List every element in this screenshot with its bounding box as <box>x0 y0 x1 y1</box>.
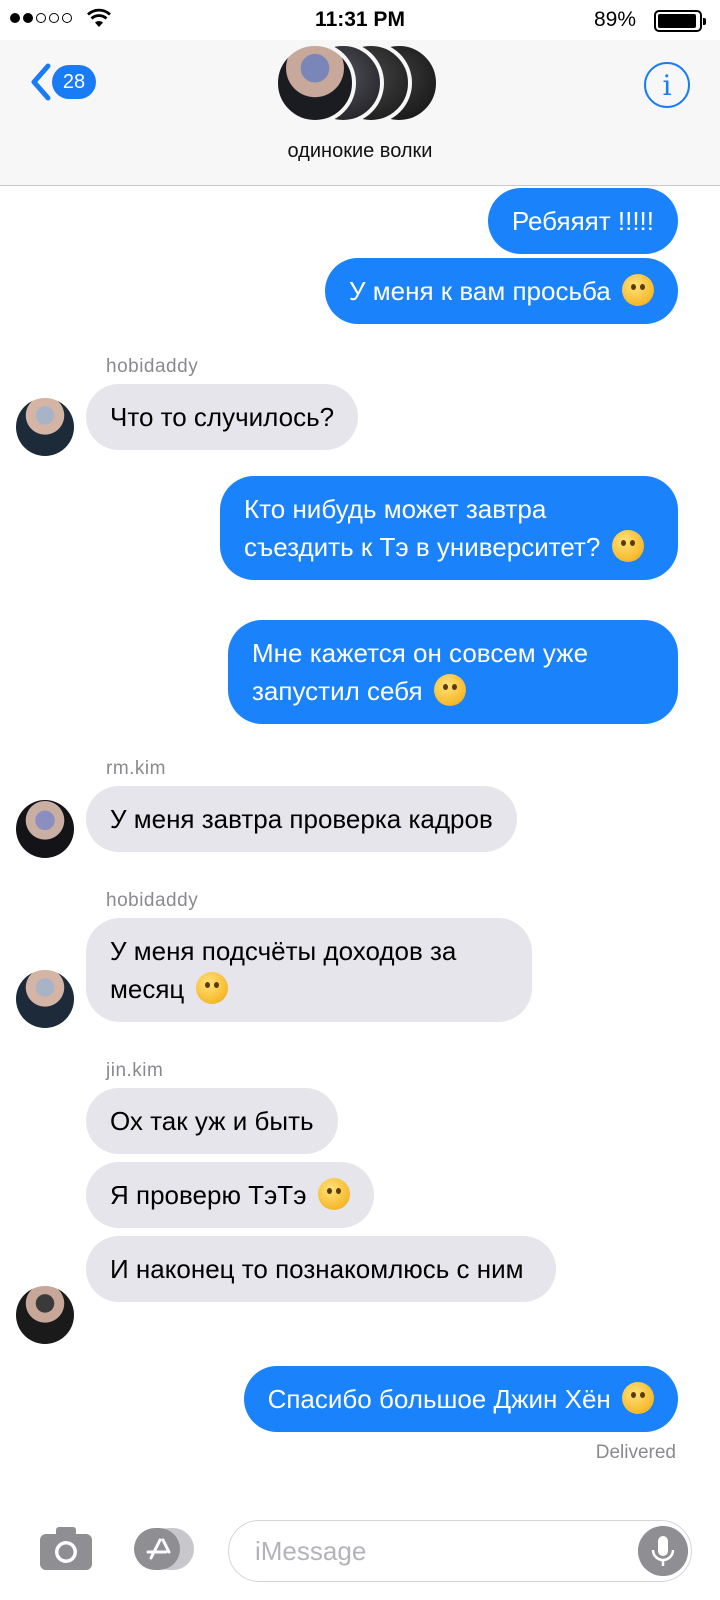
back-button[interactable]: 28 <box>26 60 96 104</box>
sender-name: hobidaddy <box>106 356 199 377</box>
group-member-avatar <box>274 42 356 124</box>
chevron-left-icon <box>31 63 51 101</box>
message-bubble-outgoing[interactable]: Мне кажется он совсем уже запустил себя <box>228 620 678 724</box>
group-name[interactable]: одинокие волки <box>0 140 720 163</box>
avatar-jin-kim[interactable] <box>16 1286 74 1344</box>
info-icon: i <box>662 68 672 102</box>
message-bubble-outgoing[interactable]: Спасибо большое Джин Хён <box>243 1366 678 1432</box>
info-button[interactable]: i <box>644 62 690 108</box>
message-text: Кто нибудь может завтра съездить к Тэ в … <box>244 494 601 562</box>
message-bubble-incoming[interactable]: У меня подсчёты доходов за месяц <box>86 918 532 1022</box>
winking-tongue-emoji-icon <box>317 1178 350 1210</box>
status-bar: 11:31 PM 89% <box>0 0 720 40</box>
conversation-header: 28 одинокие волки i <box>0 40 720 186</box>
message-text: Мне кажется он совсем уже запустил себя <box>252 638 589 706</box>
message-text: У меня завтра проверка кадров <box>110 804 493 834</box>
unread-count-badge: 28 <box>52 65 96 99</box>
message-text: У меня к вам просьба <box>349 276 611 306</box>
message-text: Ох так уж и быть <box>110 1106 314 1136</box>
message-bubble-incoming[interactable]: Ох так уж и быть <box>86 1088 338 1154</box>
message-text: И наконец то познакомлюсь с ним <box>110 1254 524 1284</box>
compose-bar: iMessage <box>0 1500 720 1600</box>
message-bubble-incoming[interactable]: Что то случилось? <box>86 384 359 450</box>
sender-name: hobidaddy <box>106 890 199 911</box>
grimacing-emoji-icon <box>611 530 644 562</box>
sender-name: jin.kim <box>106 1060 164 1081</box>
avatar-rm-kim[interactable] <box>16 800 74 858</box>
battery-percent: 89% <box>593 8 636 31</box>
message-text: Я проверю ТэТэ <box>110 1180 307 1210</box>
sender-name: rm.kim <box>106 758 166 779</box>
message-text: У меня подсчёты доходов за месяц <box>110 936 457 1004</box>
message-text: Что то случилось? <box>110 402 335 432</box>
message-bubble-incoming[interactable]: Я проверю ТэТэ <box>86 1162 374 1228</box>
imessage-input[interactable]: iMessage <box>228 1520 692 1582</box>
dizzy-face-emoji-icon <box>622 1382 654 1414</box>
imessage-placeholder: iMessage <box>255 1535 367 1566</box>
message-bubble-incoming[interactable]: У меня завтра проверка кадров <box>86 786 517 852</box>
microphone-icon[interactable] <box>638 1526 688 1576</box>
avatar-hobidaddy[interactable] <box>16 970 74 1028</box>
group-avatars[interactable] <box>274 40 444 128</box>
grimacing-emoji-icon <box>195 972 228 1004</box>
winking-tongue-emoji-icon <box>622 274 654 306</box>
message-text: Спасибо большое Джин Хён <box>267 1384 611 1414</box>
camera-icon[interactable] <box>38 1524 94 1572</box>
message-bubble-outgoing[interactable]: У меня к вам просьба <box>325 258 678 324</box>
battery-icon <box>654 10 706 32</box>
message-text: Ребяяят !!!!! <box>511 206 654 236</box>
message-bubble-outgoing[interactable]: Кто нибудь может завтра съездить к Тэ в … <box>220 476 678 580</box>
app-store-icon[interactable] <box>132 1526 196 1572</box>
crying-emoji-icon <box>433 674 466 706</box>
message-bubble-outgoing[interactable]: Ребяяят !!!!! <box>487 188 678 254</box>
message-bubble-incoming[interactable]: И наконец то познакомлюсь с ним <box>86 1236 556 1302</box>
delivered-status: Delivered <box>595 1442 676 1463</box>
avatar-hobidaddy[interactable] <box>16 398 74 456</box>
